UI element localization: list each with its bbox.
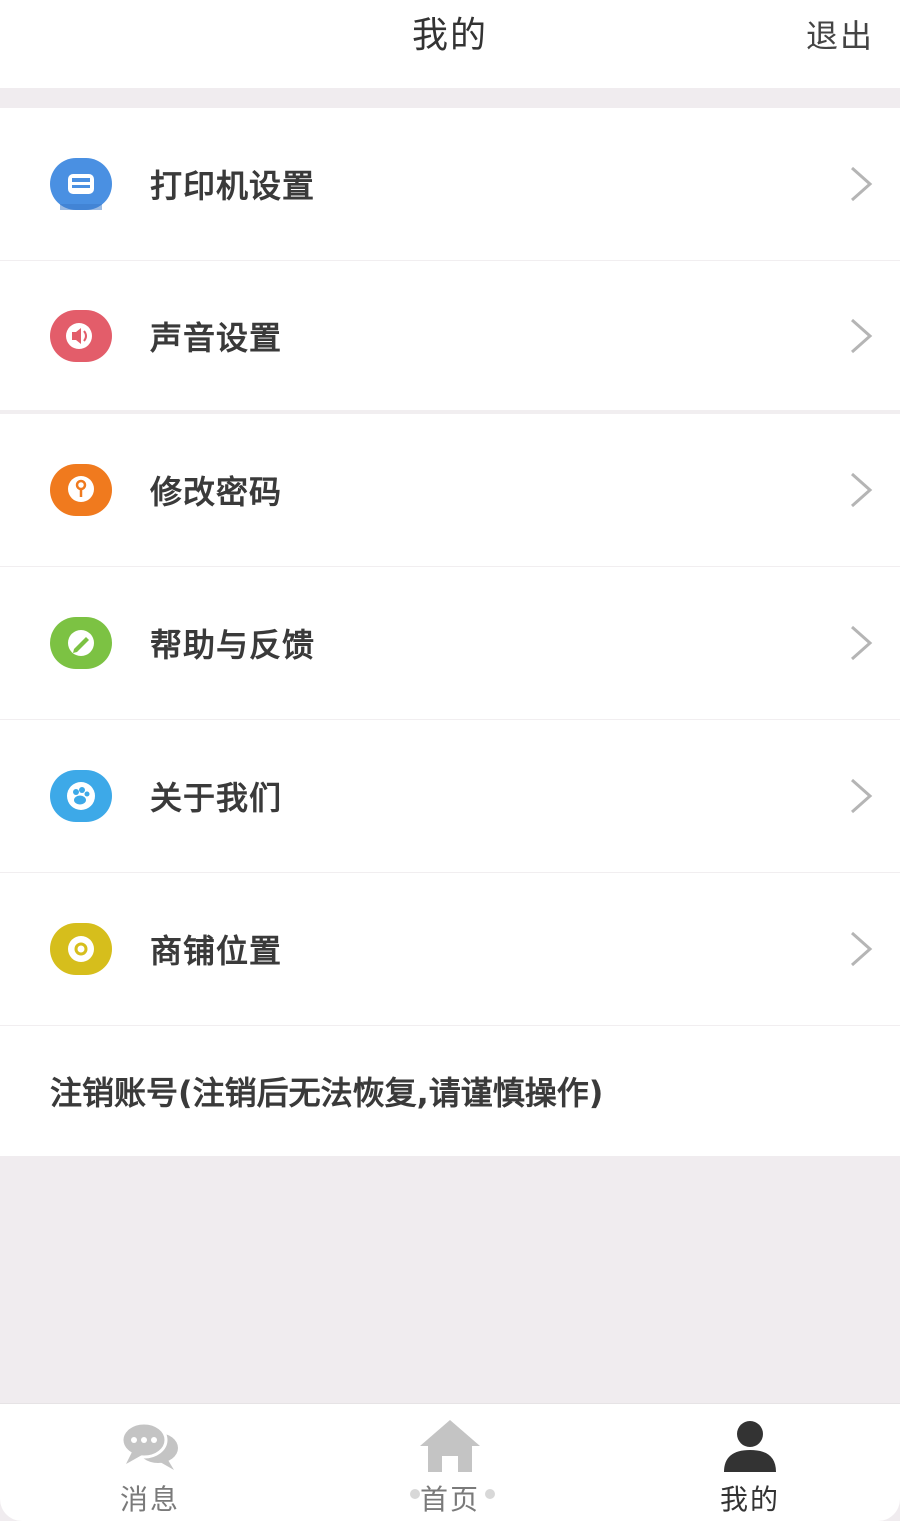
user-icon — [724, 1421, 776, 1472]
page-title: 我的 — [411, 15, 488, 56]
chevron-right-icon — [851, 931, 873, 967]
location-pin-icon — [50, 923, 112, 975]
tab-messages[interactable]: 消息 — [0, 1404, 300, 1521]
chevron-right-icon — [851, 625, 873, 661]
tab-label: 首页 — [419, 1483, 480, 1516]
bottom-tab-bar: 消息 首页 我的 — [0, 1403, 900, 1521]
chat-bubbles-icon — [120, 1421, 178, 1470]
cancel-account-label: 注销账号(注销后无法恢复,请谨慎操作) — [50, 1074, 604, 1112]
tab-label: 我的 — [719, 1483, 780, 1516]
pencil-icon — [50, 617, 112, 669]
menu-item-label: 商铺位置 — [150, 932, 283, 970]
logout-button[interactable]: 退出 — [806, 0, 874, 72]
chevron-right-icon — [851, 318, 873, 353]
header-bar: 我的 退出 — [0, 0, 900, 88]
tab-label: 消息 — [119, 1483, 180, 1516]
menu-item-label: 声音设置 — [150, 318, 283, 357]
menu-item-about-us[interactable]: 关于我们 — [0, 720, 900, 873]
paw-icon — [50, 770, 112, 822]
menu-item-label: 打印机设置 — [150, 167, 316, 205]
menu-item-label: 修改密码 — [150, 473, 283, 511]
menu-item-change-password[interactable]: 修改密码 — [0, 414, 900, 567]
tab-mine[interactable]: 我的 — [600, 1404, 900, 1521]
settings-menu: 打印机设置 声音设置 修改密码 帮助与反馈 关于我们 商铺位置 注销账号(注销后… — [0, 108, 900, 1156]
tab-home[interactable]: 首页 — [300, 1404, 600, 1521]
menu-item-sound-settings[interactable]: 声音设置 — [0, 261, 900, 414]
chevron-right-icon — [851, 472, 873, 508]
printer-icon — [50, 158, 112, 210]
menu-item-label: 帮助与反馈 — [150, 626, 316, 664]
cancel-account-button[interactable]: 注销账号(注销后无法恢复,请谨慎操作) — [0, 1026, 900, 1156]
key-icon — [50, 464, 112, 516]
menu-item-shop-location[interactable]: 商铺位置 — [0, 873, 900, 1026]
menu-item-help-feedback[interactable]: 帮助与反馈 — [0, 567, 900, 720]
chevron-right-icon — [851, 166, 873, 202]
menu-item-label: 关于我们 — [150, 779, 283, 817]
menu-item-printer-settings[interactable]: 打印机设置 — [0, 108, 900, 261]
chevron-right-icon — [851, 778, 873, 814]
speaker-icon — [50, 309, 112, 362]
home-icon — [420, 1420, 480, 1472]
